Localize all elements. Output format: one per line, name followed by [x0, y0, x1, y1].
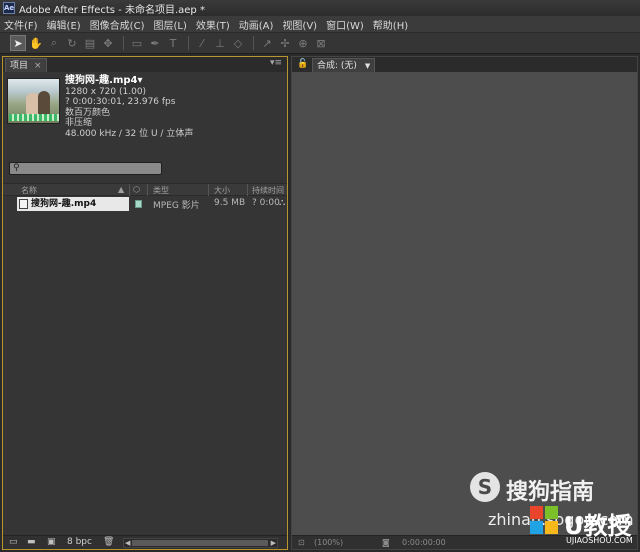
- menu-file[interactable]: 文件(F): [4, 17, 38, 32]
- menu-animation[interactable]: 动画(A): [239, 17, 274, 32]
- project-item-duration: ? 0:00: [252, 198, 280, 208]
- camera-snapshot-icon[interactable]: ◙: [382, 538, 390, 547]
- project-bottom-bar: ▭ ▬ ▣ 8 bpc 🗑 ◀ ▶: [3, 535, 287, 549]
- menu-layer[interactable]: 图层(L): [153, 17, 186, 32]
- column-divider: [129, 184, 130, 196]
- footage-compression: 非压缩: [65, 118, 93, 128]
- footage-color-depth: 数百万颜色: [65, 107, 111, 118]
- footage-info: 搜狗网-趣.mp4▾ 1280 x 720 (1.00) ? 0:00:30:0…: [65, 75, 194, 139]
- toolbar-divider: [123, 36, 124, 50]
- tab-composition-label: 合成: (无): [317, 60, 357, 71]
- current-time[interactable]: 0:00:00:00: [402, 538, 446, 547]
- column-name[interactable]: 名称: [21, 185, 37, 196]
- menu-edit[interactable]: 编辑(E): [47, 17, 81, 32]
- watermark-overlay: S 搜狗指南 zhinan.sogou.com U教授 UJIAOSHOU.CO…: [470, 466, 640, 552]
- scrollbar-thumb[interactable]: [132, 540, 268, 546]
- u-site: UJIAOSHOU.COM: [566, 536, 633, 545]
- lock-icon[interactable]: 🔓: [297, 59, 308, 69]
- eraser-icon[interactable]: ◇: [230, 35, 246, 51]
- always-preview-icon[interactable]: ⊡: [298, 538, 305, 547]
- camera-icon[interactable]: ▤: [82, 35, 98, 51]
- logo-tile: [530, 506, 543, 519]
- logo-tile: [530, 521, 543, 534]
- close-icon[interactable]: ×: [34, 60, 42, 72]
- column-divider: [247, 184, 248, 196]
- after-effects-app-icon: Ae: [3, 2, 15, 14]
- column-duration[interactable]: 持续时间: [252, 185, 284, 196]
- puppet-icon[interactable]: ✢: [277, 35, 293, 51]
- window-title: Adobe After Effects - 未命名项目.aep *: [19, 4, 205, 16]
- horizontal-scrollbar[interactable]: ◀ ▶: [123, 538, 278, 548]
- trash-icon[interactable]: 🗑: [103, 538, 114, 547]
- project-item-name-text: 搜狗网-趣.mp4: [31, 199, 97, 209]
- pen-icon[interactable]: ✒: [147, 35, 163, 51]
- column-divider: [208, 184, 209, 196]
- project-item-name[interactable]: 搜狗网-趣.mp4: [17, 197, 129, 211]
- menu-effect[interactable]: 效果(T): [196, 17, 230, 32]
- watermark-brand: 搜狗指南: [506, 480, 595, 505]
- new-composition-icon[interactable]: ▣: [47, 538, 57, 547]
- logo-tile: [545, 506, 558, 519]
- tab-composition[interactable]: 合成: (无) ▼: [312, 58, 376, 72]
- column-type[interactable]: 类型: [153, 185, 169, 196]
- chevron-down-icon[interactable]: ▼: [365, 60, 370, 72]
- panel-menu-icon[interactable]: ▾≡: [270, 58, 282, 68]
- selection-icon[interactable]: ➤: [10, 35, 26, 51]
- tab-project-label: 项目: [10, 60, 29, 71]
- project-panel: 项目 × ▾≡ 搜狗网-趣.mp4▾ 1280 x 720 (1.00) ? 0…: [2, 56, 288, 550]
- video-file-icon: [19, 199, 28, 209]
- composition-tabbar: 🔓 合成: (无) ▼: [292, 57, 637, 72]
- menu-help[interactable]: 帮助(H): [373, 17, 408, 32]
- thumbnail-figure: [38, 91, 50, 115]
- new-folder-icon[interactable]: ▬: [27, 538, 37, 547]
- label-color-swatch[interactable]: [135, 200, 142, 208]
- menu-view[interactable]: 视图(V): [282, 17, 317, 32]
- logo-tile: [545, 521, 558, 534]
- project-column-header: 名称 ▲ ⬡ 类型 大小 持续时间: [3, 183, 287, 196]
- axis-icon[interactable]: ⊕: [295, 35, 311, 51]
- project-item-type: MPEG 影片: [153, 201, 200, 211]
- clone-icon[interactable]: ⊥: [212, 35, 228, 51]
- footage-duration: ? 0:00:30:01, 23.976 fps: [65, 97, 176, 107]
- column-divider: [147, 184, 148, 196]
- project-search-input[interactable]: ⚲: [9, 162, 162, 175]
- menu-bar: 文件(F) 编辑(E) 图像合成(C) 图层(L) 效果(T) 动画(A) 视图…: [0, 16, 640, 33]
- toolbar-divider: [188, 36, 189, 50]
- sort-arrow-icon[interactable]: ▲: [118, 185, 124, 194]
- tools-toolbar: ➤ ✋ ⌕ ↻ ▤ ✥ ▭ ✒ T ⁄ ⊥ ◇ ↗ ✢ ⊕ ⊠: [0, 33, 640, 54]
- rotate-icon[interactable]: ↻: [64, 35, 80, 51]
- hand-icon[interactable]: ✋: [28, 35, 44, 51]
- title-bar: Ae Adobe After Effects - 未命名项目.aep *: [0, 0, 640, 16]
- menu-window[interactable]: 窗口(W): [326, 17, 364, 32]
- toolbar-divider: [253, 36, 254, 50]
- brush-icon[interactable]: ⁄: [194, 35, 210, 51]
- footage-name[interactable]: 搜狗网-趣.mp4▾: [65, 75, 193, 87]
- project-tabbar: 项目 × ▾≡: [3, 57, 287, 72]
- menu-composition[interactable]: 图像合成(C): [90, 17, 145, 32]
- zoom-level[interactable]: (100%): [314, 538, 343, 547]
- sogou-logo-icon: S: [470, 472, 500, 502]
- project-item-row[interactable]: 搜狗网-趣.mp4 MPEG 影片 9.5 MB ? 0:00 ⛬: [3, 197, 287, 211]
- text-icon[interactable]: T: [165, 35, 181, 51]
- scroll-left-icon[interactable]: ◀: [125, 539, 130, 547]
- color-depth-button[interactable]: 8 bpc: [67, 537, 92, 547]
- thumbnail-watermark: [9, 114, 59, 121]
- pan-behind-icon[interactable]: ✥: [100, 35, 116, 51]
- search-icon: ⚲: [13, 163, 20, 173]
- footage-thumbnail: [7, 78, 60, 124]
- flowchart-icon[interactable]: ⛬: [279, 198, 285, 208]
- scroll-right-icon[interactable]: ▶: [271, 539, 276, 547]
- footage-audio: 48.000 kHz / 32 位 U / 立体声: [65, 128, 194, 139]
- label-column-icon[interactable]: ⬡: [133, 185, 140, 194]
- interpret-footage-icon[interactable]: ▭: [9, 538, 19, 547]
- tab-project[interactable]: 项目 ×: [5, 58, 47, 72]
- windows-logo-icon: [530, 506, 560, 536]
- zoom-icon[interactable]: ⌕: [46, 35, 62, 51]
- column-size[interactable]: 大小: [214, 185, 230, 196]
- snap-icon[interactable]: ⊠: [313, 35, 329, 51]
- roto-icon[interactable]: ↗: [259, 35, 275, 51]
- footage-resolution: 1280 x 720 (1.00): [65, 86, 147, 97]
- mask-icon[interactable]: ▭: [129, 35, 145, 51]
- project-item-size: 9.5 MB: [214, 198, 246, 208]
